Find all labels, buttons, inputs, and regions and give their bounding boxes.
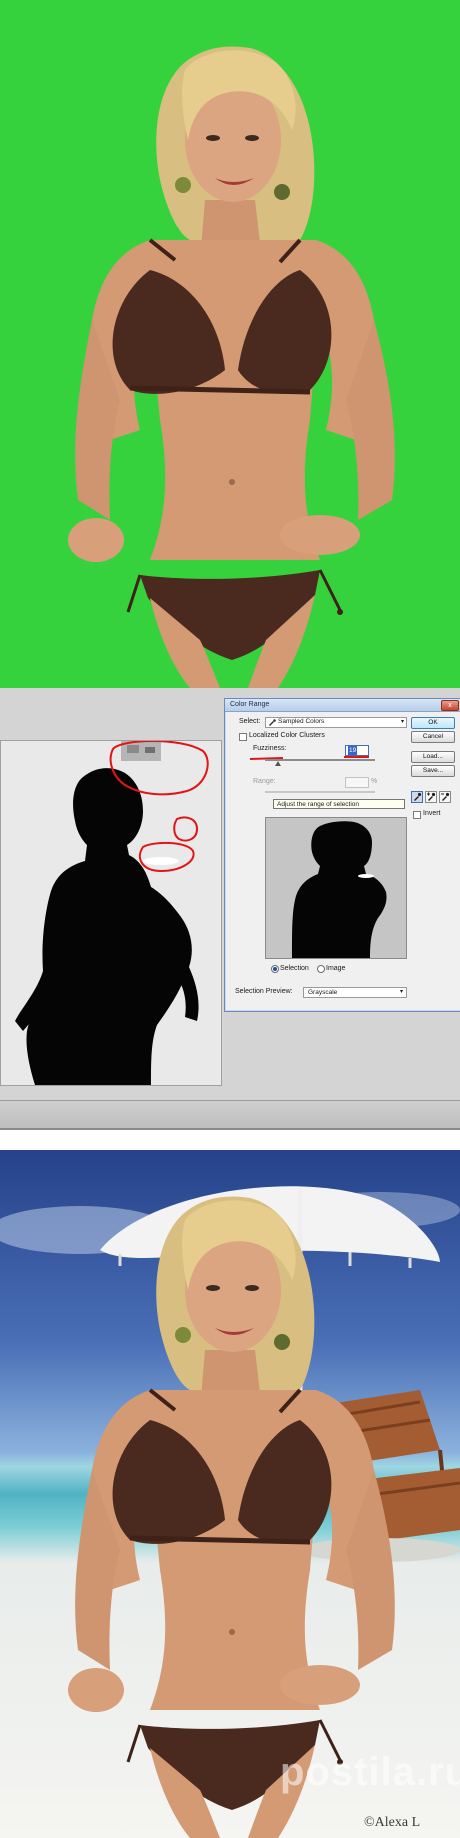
document-canvas xyxy=(0,740,222,1086)
dialog-title: Color Range xyxy=(230,701,270,708)
workspace-bottom-bar xyxy=(0,1100,460,1130)
range-label: Range: xyxy=(253,778,276,785)
image-radio-label: Image xyxy=(326,965,346,972)
localized-color-clusters-label: Localized Color Clusters xyxy=(249,732,325,739)
invert-label: Invert xyxy=(423,810,441,817)
image-radio[interactable] xyxy=(317,965,325,973)
page: Color Range x Select: Sampled Colors ▾ L… xyxy=(0,0,460,1838)
eyedropper-icon xyxy=(269,719,276,726)
fuzziness-label: Fuzziness: xyxy=(253,745,287,752)
load-button[interactable]: Load... xyxy=(411,751,455,763)
range-percent: % xyxy=(371,778,378,785)
ok-button[interactable]: OK xyxy=(411,717,455,729)
select-label: Select: xyxy=(239,718,261,725)
annotation-marks xyxy=(109,741,209,873)
eyedropper-plus-tool-button[interactable] xyxy=(425,791,437,803)
selection-preview-label: Selection Preview: xyxy=(235,988,293,995)
model-on-green-figure xyxy=(68,46,395,688)
range-slider-track[interactable] xyxy=(265,791,375,793)
close-button[interactable]: x xyxy=(441,700,459,711)
select-dropdown[interactable]: Sampled Colors ▾ xyxy=(265,717,407,728)
preview-value: Grayscale xyxy=(308,989,338,996)
eyedropper-tool-button[interactable] xyxy=(411,791,423,803)
beach-composite-photo: postila.ru ©Alexa L xyxy=(0,1150,460,1838)
watermark: postila.ru xyxy=(280,1750,460,1794)
photo-credit: ©Alexa L xyxy=(364,1815,421,1830)
photoshop-screenshot: Color Range x Select: Sampled Colors ▾ L… xyxy=(0,688,460,1130)
range-input[interactable] xyxy=(345,777,369,788)
chevron-down-icon: ▾ xyxy=(399,989,403,995)
selection-radio-label: Selection xyxy=(280,965,309,972)
save-button[interactable]: Save... xyxy=(411,765,455,777)
select-value: Sampled Colors xyxy=(278,718,325,725)
workspace-divider xyxy=(0,1128,460,1130)
tooltip: Adjust the range of selection xyxy=(273,799,405,809)
fuzziness-slider-track[interactable] xyxy=(265,759,375,761)
fuzziness-slider-thumb[interactable] xyxy=(275,761,281,766)
eyedropper-minus-tool-button[interactable] xyxy=(439,791,451,803)
preview-silhouette xyxy=(266,818,406,958)
selection-preview xyxy=(265,817,407,959)
chevron-down-icon: ▾ xyxy=(400,719,404,725)
beach-scene xyxy=(0,1186,460,1838)
selection-preview-dropdown[interactable]: Grayscale ▾ xyxy=(303,987,407,998)
eyedropper-minus-icon xyxy=(441,792,450,801)
green-screen-photo xyxy=(0,0,460,688)
localized-color-clusters-checkbox[interactable] xyxy=(239,733,247,741)
eyedropper-plus-icon xyxy=(427,792,436,801)
selection-radio[interactable] xyxy=(271,965,279,973)
eyedropper-icon xyxy=(414,792,422,801)
invert-checkbox[interactable] xyxy=(413,811,421,819)
dialog-titlebar: Color Range x xyxy=(225,699,460,712)
color-range-dialog: Color Range x Select: Sampled Colors ▾ L… xyxy=(224,698,460,1012)
cancel-button[interactable]: Cancel xyxy=(411,731,455,743)
